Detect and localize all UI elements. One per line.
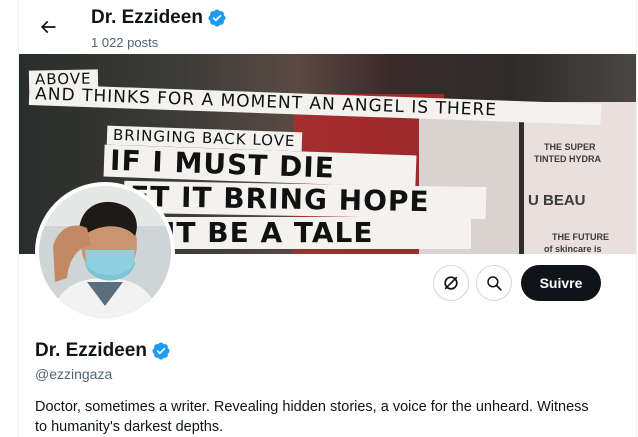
- banner-strip-text: IT BE A TALE: [159, 217, 471, 249]
- profile-handle: @ezzingaza: [35, 366, 113, 382]
- profile-name-text: Dr. Ezzideen: [35, 340, 147, 361]
- header-display-name: Dr. Ezzideen: [91, 7, 227, 29]
- back-button[interactable]: [31, 10, 65, 44]
- header-name-text: Dr. Ezzideen: [91, 7, 203, 28]
- column-right-border: [636, 0, 637, 437]
- profile-header-bar: Dr. Ezzideen 1 022 posts: [19, 0, 636, 54]
- arrow-left-icon: [40, 20, 56, 34]
- profile-display-name: Dr. Ezzideen: [35, 340, 171, 362]
- banner-strip-text: ET IT BRING HOPE: [123, 180, 487, 220]
- search-posts-button[interactable]: [476, 265, 512, 301]
- avatar-photo: [39, 186, 171, 318]
- profile-avatar[interactable]: [35, 182, 175, 322]
- posts-count: 1 022 posts: [91, 35, 159, 50]
- ad-line: THE FUTURE: [552, 232, 609, 242]
- follow-button[interactable]: Suivre: [521, 265, 601, 301]
- grok-icon: [444, 276, 458, 290]
- profile-bio: Doctor, sometimes a writer. Revealing hi…: [35, 399, 589, 435]
- avatar-person-illustration: [39, 186, 171, 318]
- verified-badge-icon[interactable]: [151, 341, 171, 361]
- ad-line: THE SUPER: [544, 142, 596, 152]
- ad-line: TINTED HYDRA: [534, 154, 601, 164]
- ad-line: of skincare is: [544, 244, 602, 254]
- verified-badge-icon[interactable]: [207, 8, 227, 28]
- search-icon: [487, 276, 502, 291]
- ad-line: U BEAU: [528, 192, 586, 209]
- grok-button[interactable]: [433, 265, 469, 301]
- banner-ad-poster: THE SUPER TINTED HYDRA U BEAU THE FUTURE…: [524, 102, 636, 254]
